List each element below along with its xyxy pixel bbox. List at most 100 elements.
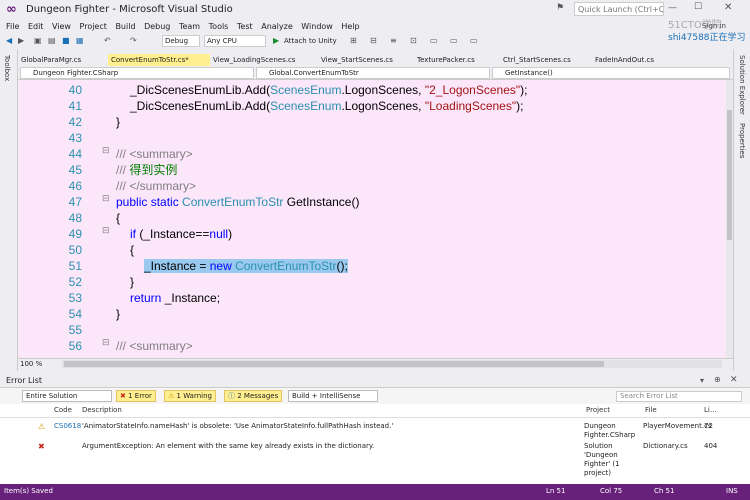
window-title: Dungeon Fighter - Microsoft Visual Studi… [26,4,233,15]
code-line-50: { [130,243,135,257]
sign-in-link[interactable]: Sign in [702,22,726,30]
left-tool-strip: Toolbox [0,49,18,371]
project-dropdown[interactable]: Dungeon Fighter.CSharp [20,67,254,79]
table-row[interactable]: ✖ ArgumentException: An element with the… [0,442,750,482]
menu-help[interactable]: Help [341,20,359,33]
menu-debug[interactable]: Debug [144,20,170,33]
editor-vertical-scroll-thumb[interactable] [727,110,732,240]
warning-icon: ⚠ [38,422,46,431]
code-line-44: /// <summary> [116,147,193,161]
forward-icon[interactable]: ▶ [18,35,24,47]
line-number: 40 [68,83,82,97]
collapse-summary-icon[interactable]: ⊟ [102,146,110,156]
line-number: 46 [68,179,82,193]
undo-icon[interactable]: ↶ [104,35,111,47]
tab-view-loadingscenes[interactable]: View_LoadingScenes.cs [210,54,318,66]
redo-icon[interactable]: ↷ [130,35,137,47]
error-list-search-input[interactable]: Search Error List [616,391,742,402]
class-dropdown[interactable]: Global.ConvertEnumToStr [256,67,490,79]
attach-to-unity-button[interactable]: Attach to Unity [284,35,337,47]
watermark-user: shi47588正在学习 [668,33,746,43]
error-icon: ✖ [120,392,126,400]
tab-ctrl-startscenes[interactable]: Ctrl_StartScenes.cs [500,54,592,66]
menu-test[interactable]: Test [237,20,253,33]
code-editor[interactable]: 40 41 42 43 44 45 46 47 48 49 50 51 52 5… [18,80,726,358]
toolbar-icon-6[interactable]: ▭ [450,35,458,47]
close-icon[interactable]: ✕ [730,375,738,385]
toolbar-icon-7[interactable]: ▭ [470,35,478,47]
line-number: 53 [68,291,82,305]
header-code[interactable]: Code [54,406,72,414]
table-row[interactable]: ⚠ CS0618 'AnimatorStateInfo.nameHash' is… [0,418,750,442]
open-icon[interactable]: ▤ [48,35,56,47]
toolbar-icon-2[interactable]: ⊟ [370,35,377,47]
status-insert-mode: INS [726,487,738,495]
collapse-method-icon[interactable]: ⊟ [102,194,110,204]
zoom-dropdown[interactable]: 100 % [20,360,42,368]
toolbar-icon-4[interactable]: ⊡ [410,35,417,47]
tab-fadeinandout[interactable]: FadeInAndOut.cs [592,54,682,66]
save-icon[interactable]: ■ [62,35,70,47]
save-all-icon[interactable]: ▦ [76,35,84,47]
menu-build[interactable]: Build [115,20,135,33]
pin-icon[interactable]: ⊕ [714,375,721,384]
header-line[interactable]: Li... [704,406,717,414]
maximize-button[interactable]: ☐ [694,2,702,12]
error-list-header: Error List ▾ ⊕ ✕ [0,374,750,388]
row-code[interactable]: CS0618 [54,422,81,431]
toolbox-tab[interactable]: Toolbox [3,55,11,81]
navigation-bar: Dungeon Fighter.CSharp Global.ConvertEnu… [18,66,733,80]
status-message: Item(s) Saved [4,487,53,495]
toolbar-icon-5[interactable]: ▭ [430,35,438,47]
tab-view-startscenes[interactable]: View_StartScenes.cs [318,54,414,66]
code-line-48: { [116,211,121,225]
platform-dropdown[interactable]: Any CPU [204,35,266,47]
header-description[interactable]: Description [82,406,122,414]
tab-convertenumtostr[interactable]: ConvertEnumToStr.cs* [108,54,210,66]
menu-project[interactable]: Project [80,20,107,33]
minimize-button[interactable]: — [668,3,677,13]
play-icon[interactable]: ▶ [273,35,279,47]
warnings-filter-button[interactable]: ⚠ 1 Warning [164,390,216,402]
properties-tab[interactable]: Properties [738,123,746,158]
info-icon: ⓘ [228,392,235,400]
row-description: 'AnimatorStateInfo.nameHash' is obsolete… [82,422,394,430]
editor-horizontal-scroll-thumb[interactable] [64,361,604,367]
code-line-53: return _Instance; [130,291,221,305]
code-line-45: /// 得到实例 [116,163,178,177]
errors-filter-button[interactable]: ✖ 1 Error [116,390,156,402]
menu-window[interactable]: Window [301,20,333,33]
menu-analyze[interactable]: Analyze [261,20,293,33]
menu-team[interactable]: Team [179,20,200,33]
code-line-54: } [116,307,121,321]
row-project: Dungeon Fighter.CSharp [584,422,636,439]
messages-filter-button[interactable]: ⓘ 2 Messages [224,390,283,402]
close-button[interactable]: ✕ [724,2,732,13]
menu-file[interactable]: File [6,20,19,33]
member-dropdown[interactable]: GetInstance() [492,67,730,79]
error-list-table: Code Description Project File Li... ⚠ CS… [0,404,750,484]
quick-launch-input[interactable]: Quick Launch (Ctrl+Q) [574,2,664,16]
collapse-summary-icon[interactable]: ⊟ [102,338,110,348]
menu-edit[interactable]: Edit [28,20,44,33]
menu-view[interactable]: View [52,20,71,33]
configuration-dropdown[interactable]: Debug [162,35,200,47]
toolbar-icon-1[interactable]: ⊞ [350,35,357,47]
solution-explorer-tab[interactable]: Solution Explorer [738,55,746,115]
header-project[interactable]: Project [586,406,610,414]
dropdown-icon[interactable]: ▾ [700,376,704,385]
collapse-if-icon[interactable]: ⊟ [102,226,110,236]
new-project-icon[interactable]: ▣ [34,35,42,47]
header-file[interactable]: File [645,406,657,414]
notification-flag-icon[interactable]: ⚑ [556,3,564,13]
menu-tools[interactable]: Tools [209,20,229,33]
line-number: 52 [68,275,82,289]
tab-texturepacker[interactable]: TexturePacker.cs [414,54,500,66]
back-icon[interactable]: ◀ [6,35,12,47]
scope-dropdown[interactable]: Entire Solution [22,390,112,402]
status-bar: Item(s) Saved Ln 51 Col 75 Ch 51 INS [0,484,750,500]
toolbar-icon-3[interactable]: ≡ [390,35,397,47]
line-number: 42 [68,115,82,129]
build-source-dropdown[interactable]: Build + IntelliSense [288,390,378,402]
tab-globalparamgr[interactable]: GlobalParaMgr.cs [18,54,108,66]
